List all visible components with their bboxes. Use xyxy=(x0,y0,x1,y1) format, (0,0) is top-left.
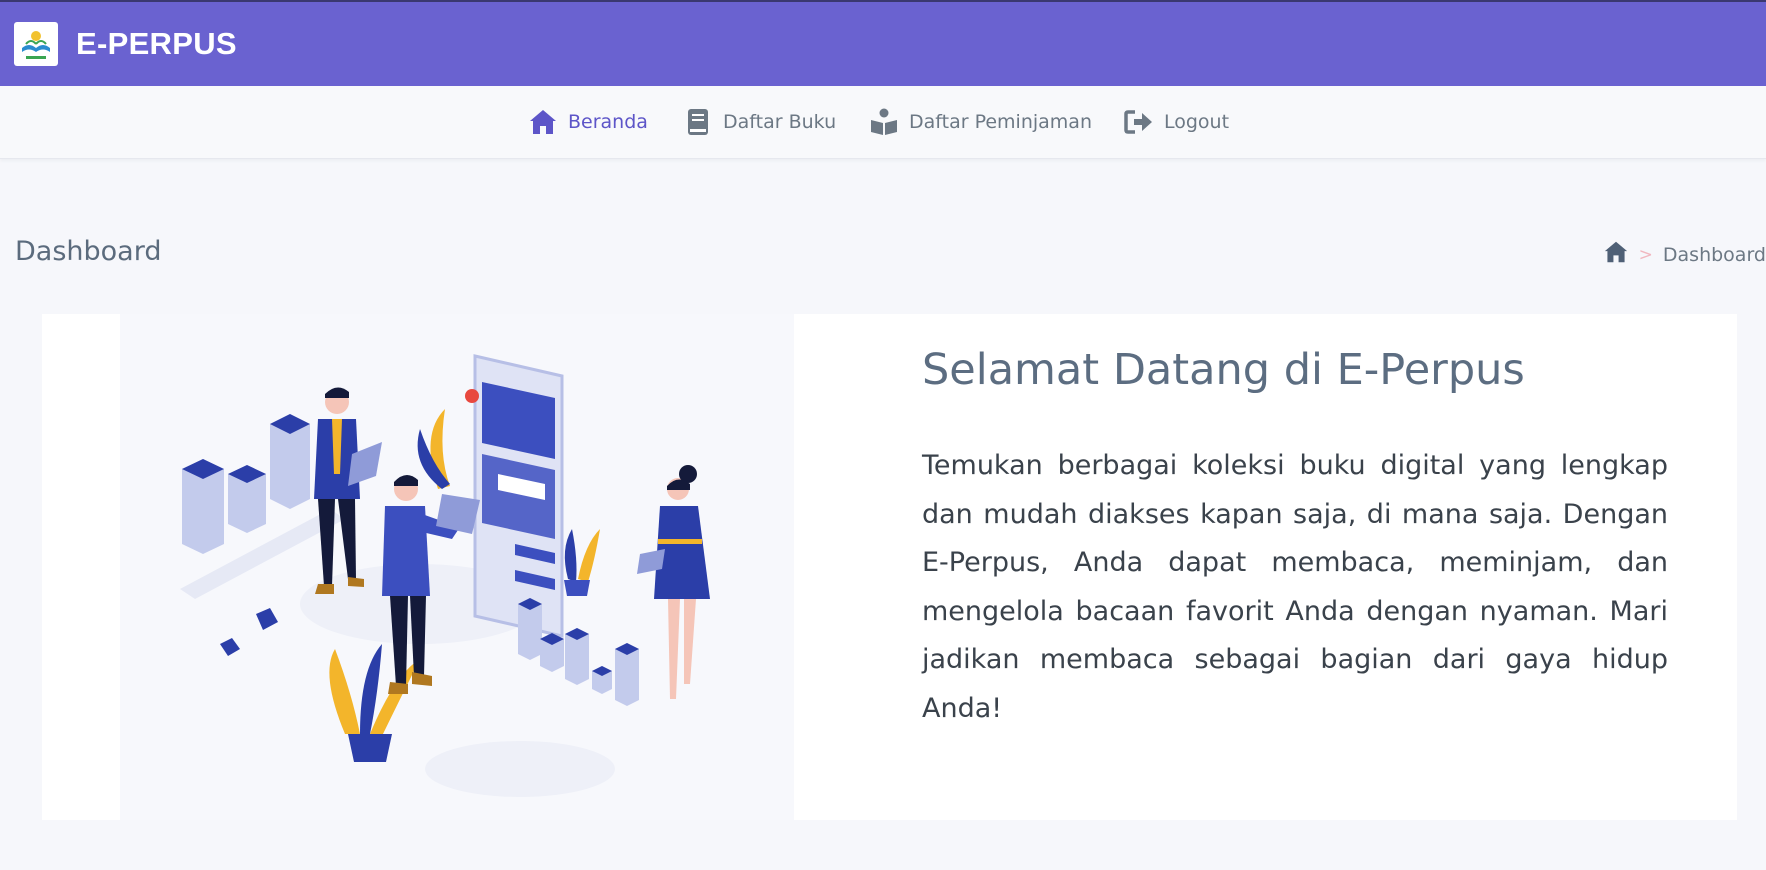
library-logo-icon[interactable] xyxy=(14,22,58,66)
person-icon xyxy=(637,465,710,699)
welcome-title: Selamat Datang di E-Perpus xyxy=(922,345,1525,395)
welcome-text: Temukan berbagai koleksi buku digital ya… xyxy=(922,450,1668,724)
nav-item-daftar-buku[interactable]: Daftar Buku xyxy=(683,106,836,138)
nav-label: Daftar Peminjaman xyxy=(909,111,1092,133)
app-brand[interactable]: E-PERPUS xyxy=(76,26,237,62)
nav-item-logout[interactable]: Logout xyxy=(1124,106,1229,138)
book-icon xyxy=(683,108,713,136)
home-icon xyxy=(528,108,558,136)
breadcrumb-current: Dashboard xyxy=(1662,243,1766,266)
nav-label: Beranda xyxy=(568,111,648,133)
main-nav: Beranda Daftar Buku Daftar Peminjaman Lo… xyxy=(0,86,1766,159)
logout-icon xyxy=(1124,108,1154,136)
book-reader-icon xyxy=(869,108,899,136)
top-header: E-PERPUS xyxy=(0,0,1766,86)
breadcrumb-separator: > xyxy=(1638,244,1653,265)
nav-label: Logout xyxy=(1164,111,1230,133)
home-icon[interactable] xyxy=(1603,240,1629,269)
welcome-card: Selamat Datang di E-Perpus Temukan berba… xyxy=(42,314,1737,820)
nav-item-beranda[interactable]: Beranda xyxy=(528,106,648,138)
breadcrumb: > Dashboard xyxy=(1603,240,1766,269)
nav-label: Daftar Buku xyxy=(723,111,837,133)
nav-item-daftar-peminjaman[interactable]: Daftar Peminjaman xyxy=(869,106,1092,138)
person-icon xyxy=(314,387,382,594)
team-illustration xyxy=(120,314,794,820)
page-title: Dashboard xyxy=(15,236,162,267)
